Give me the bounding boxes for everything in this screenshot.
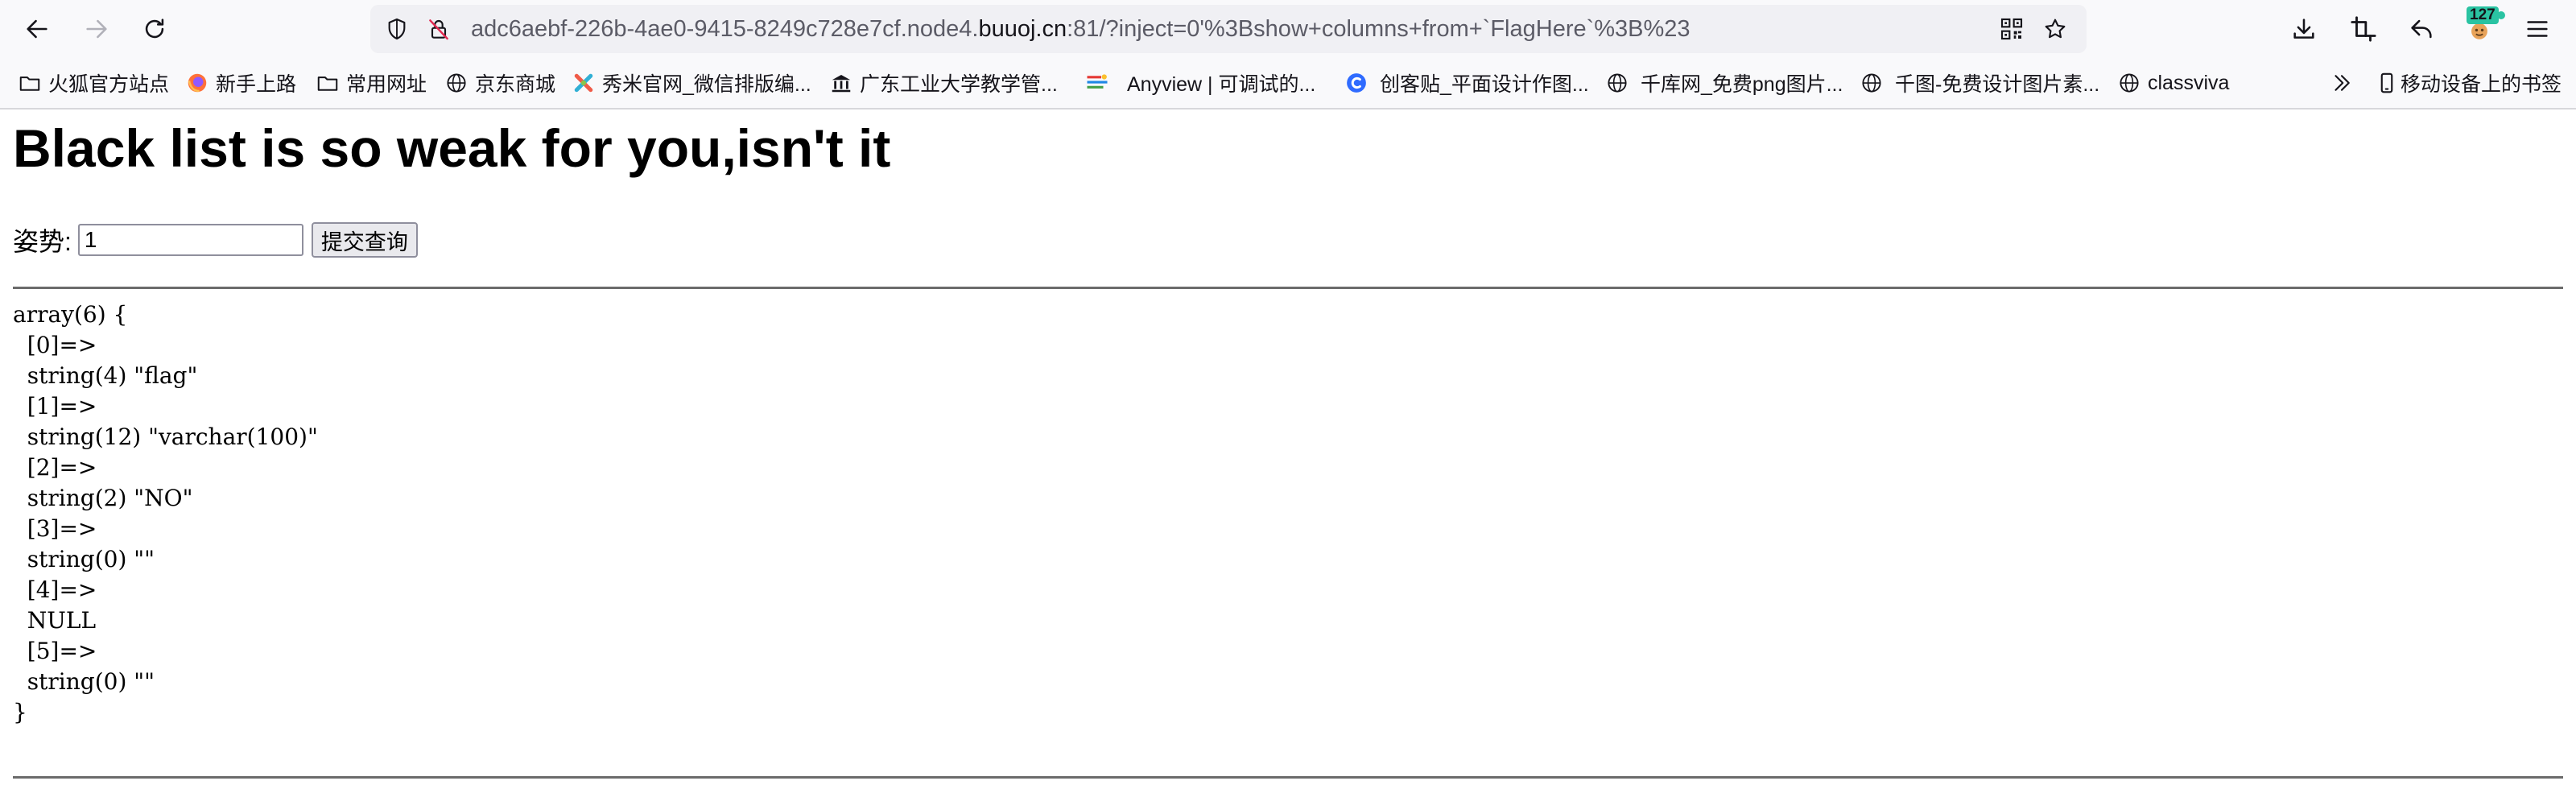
bookmark-label: 千图-免费设计图片素...: [1895, 73, 2100, 96]
bookmark-item[interactable]: 火狐官方站点: [18, 58, 169, 108]
bookmark-label: 常用网址: [346, 73, 427, 96]
crop-icon[interactable]: [2344, 10, 2383, 48]
anyview-icon: [1085, 71, 1109, 95]
bookmark-label: 秀米官网_微信排版编...: [602, 73, 811, 96]
qr-code-icon[interactable]: [1998, 15, 2025, 43]
url-bar[interactable]: adc6aebf-226b-4ae0-9415-8249c728e7cf.nod…: [370, 5, 2087, 53]
university-icon: [829, 71, 853, 95]
url-prefix: adc6aebf-226b-4ae0-9415-8249c728e7cf.nod…: [471, 16, 979, 42]
bookmark-item[interactable]: 千图-免费设计图片素...: [1860, 58, 2099, 108]
reload-icon: [145, 19, 164, 39]
hamburger-menu-icon[interactable]: [2518, 10, 2557, 48]
bookmark-item[interactable]: 千库网_免费png图片...: [1605, 58, 1843, 108]
chevron-double-right-icon: [2330, 71, 2354, 95]
back-button[interactable]: [18, 10, 56, 48]
bookmark-item[interactable]: 京东商城: [444, 58, 555, 108]
bookmark-item[interactable]: 常用网址: [316, 58, 427, 108]
bookmarks-toolbar: 火狐官方站点 新手上路 常用网址 京东商城 秀米官网_微信排版编... 广东工业…: [0, 58, 2576, 109]
bookmark-label: Anyview | 可调试的...: [1127, 73, 1316, 96]
inject-form: 姿势: 提交查询: [13, 221, 418, 259]
url-suffix: :81/?inject=0'%3Bshow+columns+from+`Flag…: [1067, 16, 1690, 42]
folder-icon: [18, 71, 42, 95]
bookmark-label: 火狐官方站点: [48, 73, 170, 96]
bookmark-label: 京东商城: [475, 73, 556, 96]
url-text[interactable]: adc6aebf-226b-4ae0-9415-8249c728e7cf.nod…: [471, 5, 1690, 53]
divider-bottom: [13, 776, 2563, 779]
download-icon[interactable]: [2285, 10, 2323, 48]
extension-badge: 127: [2467, 6, 2499, 24]
back-arrow-icon: [27, 19, 47, 39]
url-domain: buuoj.cn: [978, 16, 1067, 42]
extension-status-dot: [2497, 11, 2505, 19]
globe-icon: [2117, 71, 2141, 95]
tracking-protection-shield-icon[interactable]: [383, 15, 411, 43]
globe-icon: [1605, 71, 1629, 95]
bookmark-label: 创客贴_平面设计作图...: [1380, 73, 1589, 96]
bookmark-label: 广东工业大学教学管...: [860, 73, 1058, 96]
bookmark-label: 移动设备上的书签: [2401, 73, 2562, 96]
bookmark-label: 新手上路: [216, 73, 297, 96]
bookmark-item[interactable]: 创客贴_平面设计作图...: [1344, 58, 1589, 108]
xiumi-icon: [572, 71, 596, 95]
chuangketie-icon: [1344, 71, 1368, 95]
firefox-icon: [185, 71, 209, 95]
bookmarks-overflow-button[interactable]: [2330, 58, 2360, 108]
bookmark-item[interactable]: 新手上路: [185, 58, 296, 108]
query-result-dump: array(6) { [0]=> string(4) "flag" [1]=> …: [13, 301, 318, 725]
forward-button[interactable]: [77, 10, 116, 48]
mobile-bookmarks-folder[interactable]: 移动设备上的书签: [2375, 58, 2562, 108]
bookmark-label: classviva: [2148, 71, 2230, 94]
folder-icon: [316, 71, 340, 95]
mobile-device-icon: [2375, 71, 2399, 95]
submit-query-button[interactable]: 提交查询: [311, 222, 418, 258]
browser-toolbar: adc6aebf-226b-4ae0-9415-8249c728e7cf.nod…: [0, 0, 2576, 58]
page-title: Black list is so weak for you,isn't it: [13, 118, 891, 178]
globe-icon: [1860, 71, 1884, 95]
page-content: Black list is so weak for you,isn't it 姿…: [0, 109, 2576, 785]
bookmark-item[interactable]: Anyview | 可调试的...: [1085, 58, 1315, 108]
bookmark-item[interactable]: 广东工业大学教学管...: [829, 58, 1058, 108]
insecure-connection-icon[interactable]: [425, 15, 452, 43]
inject-input[interactable]: [77, 224, 303, 256]
star-icon[interactable]: [2041, 15, 2069, 43]
bookmark-label: 千库网_免费png图片...: [1641, 73, 1843, 96]
inject-label: 姿势:: [13, 227, 72, 256]
bookmark-item[interactable]: classviva: [2117, 58, 2229, 108]
forward-arrow-icon: [86, 19, 107, 39]
divider-top: [13, 287, 2563, 289]
reload-button[interactable]: [135, 10, 174, 48]
globe-icon: [444, 71, 469, 95]
bookmark-item[interactable]: 秀米官网_微信排版编...: [572, 58, 811, 108]
undo-icon[interactable]: [2402, 10, 2441, 48]
